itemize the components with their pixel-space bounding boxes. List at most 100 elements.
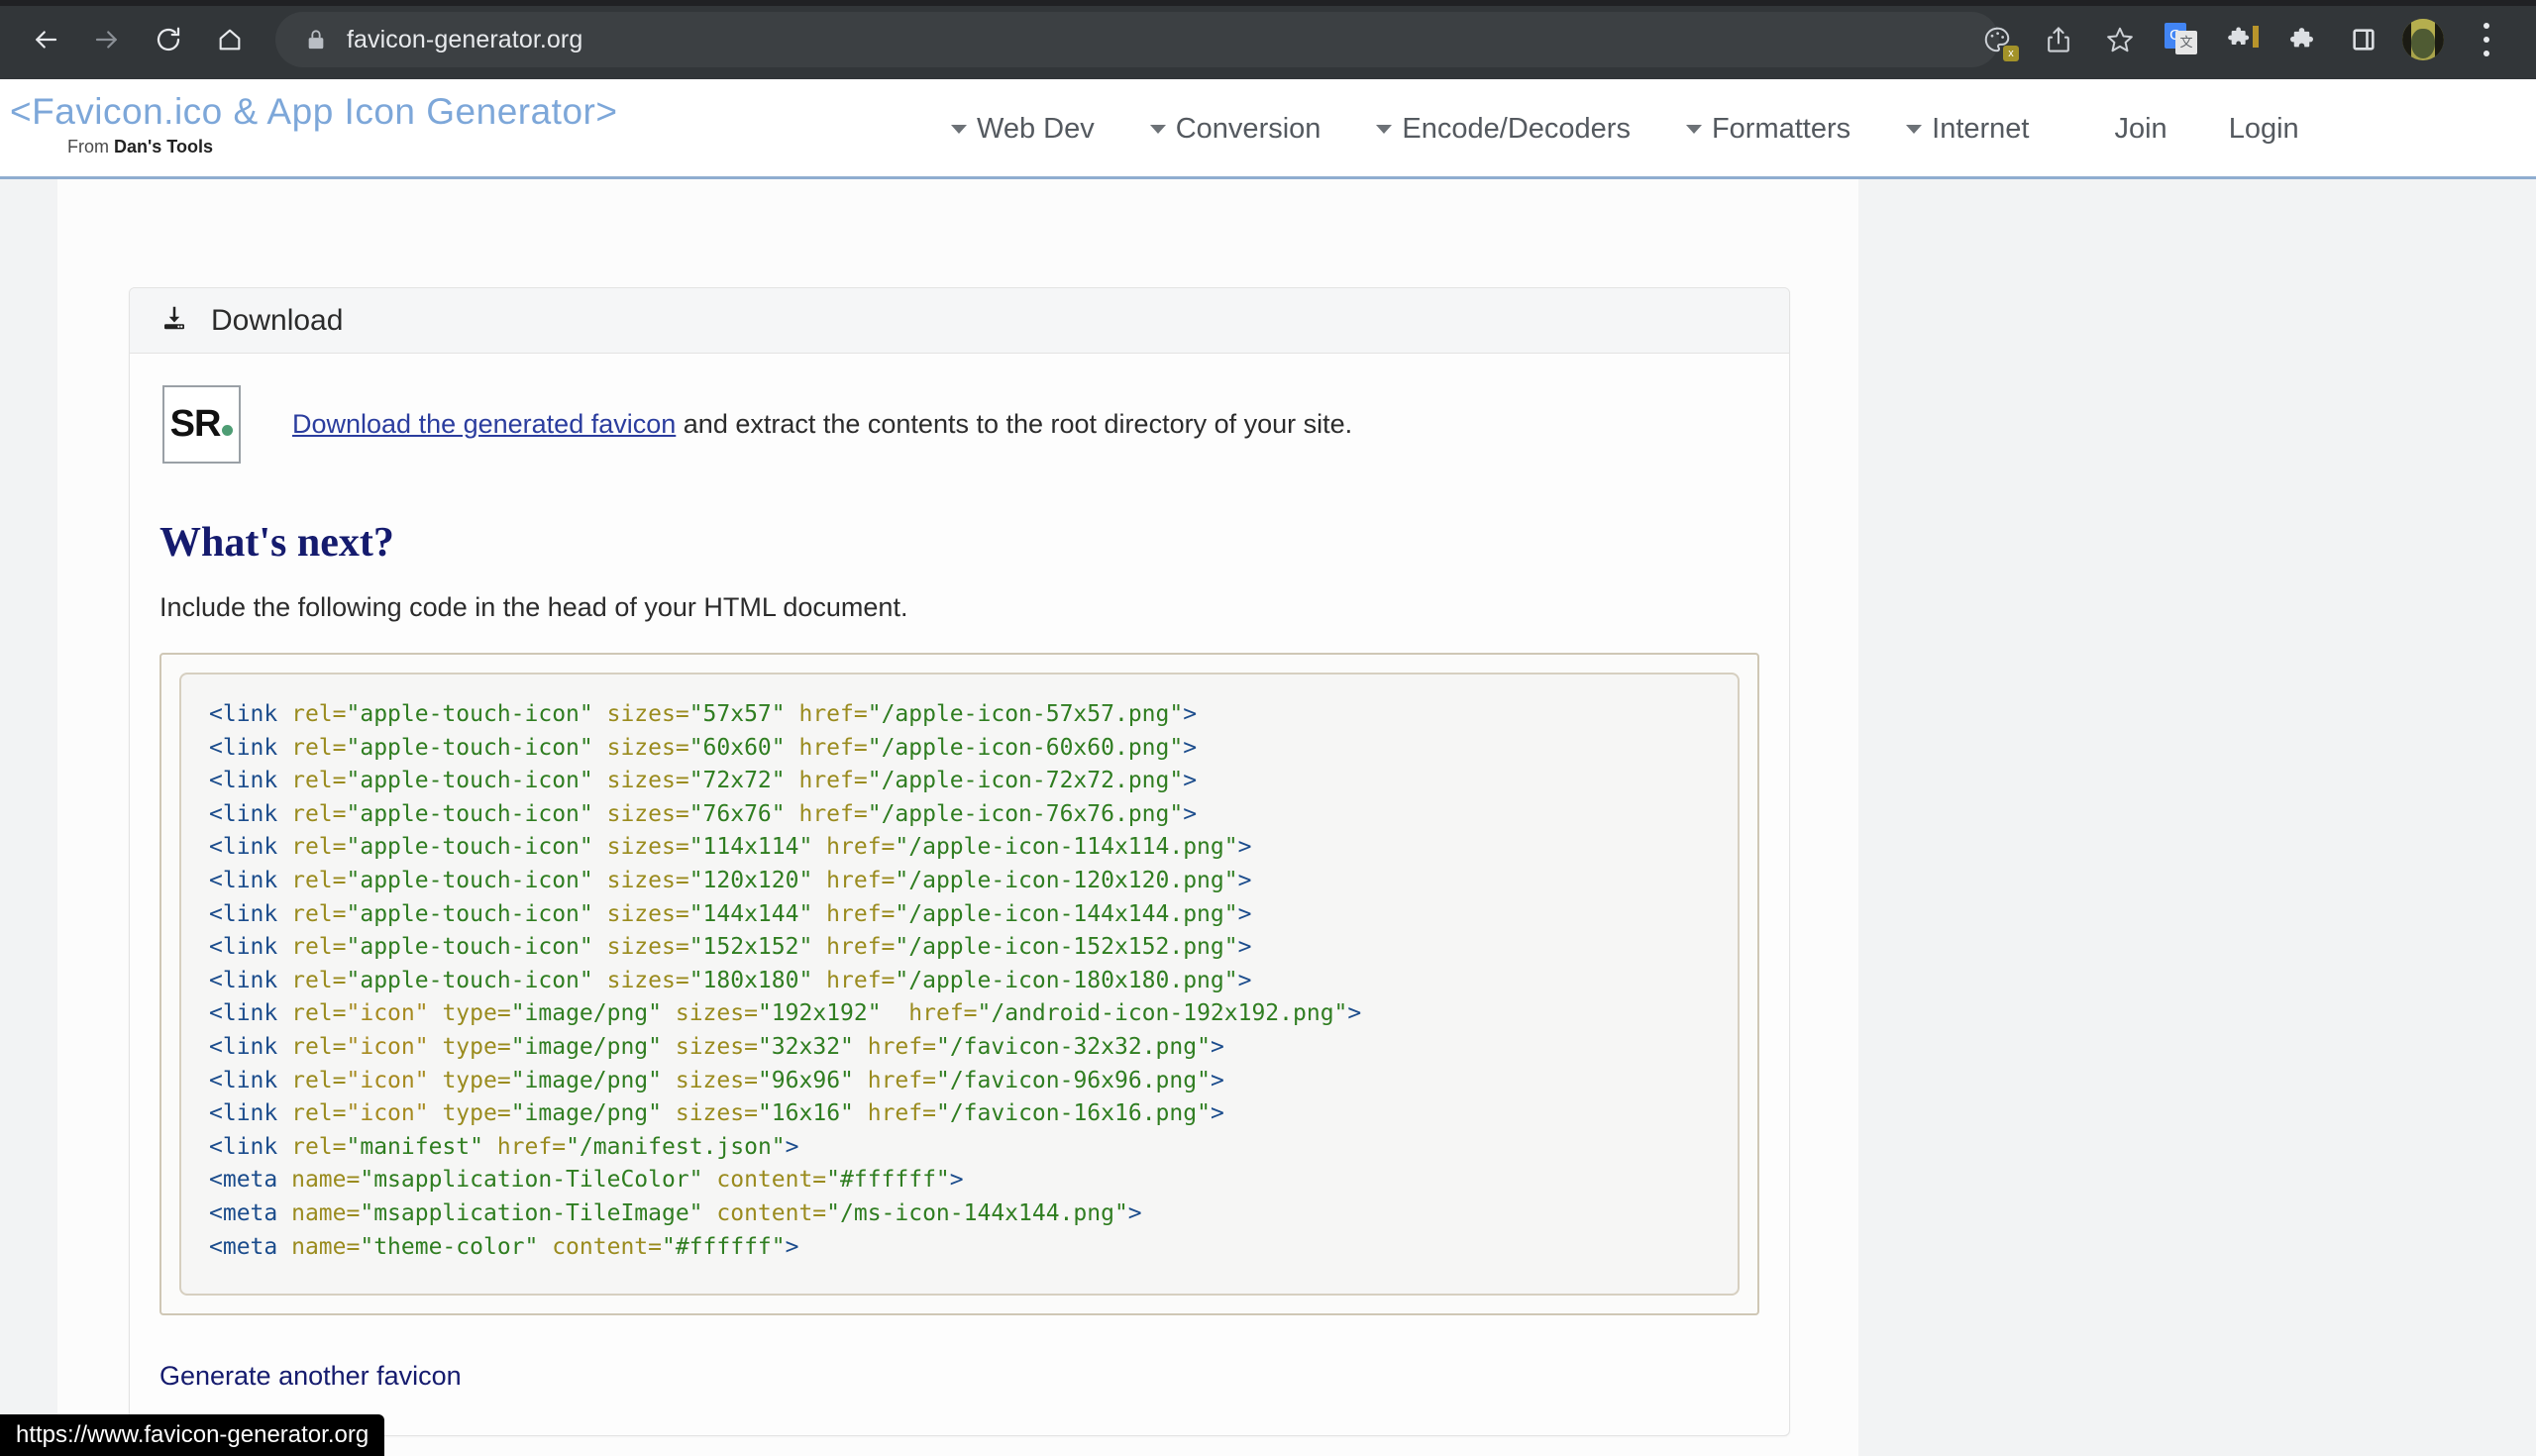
bookmark-star-icon[interactable]: [2094, 14, 2146, 65]
code-token: sizes=: [662, 1033, 758, 1060]
code-token: rel=: [277, 934, 347, 961]
puzzle-icon[interactable]: [2278, 14, 2330, 65]
back-arrow-icon: [31, 25, 60, 54]
generate-another-favicon-link[interactable]: Generate another favicon: [159, 1361, 462, 1391]
code-token: <meta: [209, 1167, 278, 1194]
code-token: "icon": [346, 1067, 429, 1093]
download-generated-favicon-link[interactable]: Download the generated favicon: [292, 409, 676, 439]
code-token: "image/png": [510, 1000, 663, 1027]
code-token: "120x120": [688, 867, 813, 893]
nav-label: Conversion: [1175, 113, 1321, 145]
brand-sub-strong: Dan's Tools: [114, 137, 213, 156]
code-token: "76x76": [688, 800, 786, 827]
nav-item-web-dev[interactable]: Web Dev: [951, 113, 1095, 146]
favicon-preview: SR: [162, 385, 241, 464]
nav-item-conversion[interactable]: Conversion: [1149, 113, 1321, 146]
code-token: "apple-touch-icon": [346, 734, 593, 761]
code-token: sizes=: [592, 768, 689, 794]
code-token: href=: [853, 1067, 936, 1093]
include-code-text: Include the following code in the head o…: [159, 592, 908, 622]
address-bar-url: favicon-generator.org: [347, 25, 583, 53]
code-token: href=: [785, 734, 868, 761]
home-icon: [216, 26, 244, 53]
nav-item-encode-decoders[interactable]: Encode/Decoders: [1376, 113, 1631, 146]
chevron-down-icon: [1376, 125, 1393, 134]
code-token: sizes=: [662, 1067, 758, 1093]
code-token: sizes=: [662, 1000, 758, 1027]
generate-another-favicon-link-wrap: Generate another favicon: [159, 1361, 1759, 1392]
reload-icon: [154, 25, 183, 54]
nav-item-login[interactable]: Login: [2229, 113, 2299, 146]
code-token: href=: [853, 1033, 936, 1060]
browser-chrome: favicon-generator.org x G 文: [0, 0, 2536, 79]
code-token: >: [1210, 1033, 1224, 1060]
code-token: >: [1210, 1100, 1224, 1127]
site-header: <Favicon.ico & App Icon Generator> From …: [0, 79, 2536, 179]
html-head-code[interactable]: <link rel="apple-touch-icon" sizes="57x5…: [209, 698, 1710, 1264]
code-token: "16x16": [757, 1100, 854, 1127]
code-token: <link: [209, 800, 278, 827]
whats-next-heading: What's next?: [159, 520, 394, 566]
code-token: href=: [881, 1000, 978, 1027]
address-bar[interactable]: favicon-generator.org: [275, 12, 1999, 67]
code-token: <link: [209, 768, 278, 794]
code-token: "/android-icon-192x192.png": [977, 1000, 1348, 1027]
code-token: "icon": [346, 1033, 429, 1060]
code-token: <link: [209, 934, 278, 961]
reload-button[interactable]: [145, 16, 192, 63]
back-button[interactable]: [22, 16, 69, 63]
brand[interactable]: <Favicon.ico & App Icon Generator> From …: [10, 91, 617, 157]
code-token: "icon": [346, 1100, 429, 1127]
forward-button[interactable]: [83, 16, 131, 63]
code-token: "theme-color": [360, 1233, 539, 1260]
side-panel-icon[interactable]: [2338, 14, 2389, 65]
code-token: >: [1183, 701, 1198, 727]
home-button[interactable]: [206, 16, 254, 63]
code-token: >: [1183, 800, 1198, 827]
code-token: "apple-touch-icon": [346, 967, 593, 993]
nav-item-internet[interactable]: Internet: [1906, 113, 2029, 146]
chevron-down-icon: [1149, 125, 1166, 134]
google-translate-icon[interactable]: G 文: [2156, 14, 2207, 65]
code-token: "57x57": [688, 701, 786, 727]
code-token: "/manifest.json": [566, 1133, 786, 1160]
code-token: <link: [209, 834, 278, 861]
forward-arrow-icon: [92, 25, 122, 54]
nav-item-join[interactable]: Join: [2114, 113, 2166, 146]
brand-subtitle: From Dan's Tools: [67, 137, 617, 157]
code-token: >: [785, 1233, 799, 1260]
code-token: rel=: [277, 1067, 347, 1093]
code-token: "144x144": [688, 900, 813, 927]
three-dot-menu-icon[interactable]: [2467, 14, 2506, 65]
code-token: rel=: [277, 900, 347, 927]
code-token: "msapplication-TileImage": [360, 1199, 703, 1226]
code-token: >: [949, 1167, 964, 1194]
code-block-inner[interactable]: <link rel="apple-touch-icon" sizes="57x5…: [179, 673, 1740, 1297]
code-token: name=: [277, 1199, 361, 1226]
code-token: content=: [538, 1233, 662, 1260]
code-token: <link: [209, 867, 278, 893]
nav-label: Web Dev: [977, 113, 1095, 145]
code-token: "apple-touch-icon": [346, 834, 593, 861]
code-token: <link: [209, 1100, 278, 1127]
code-token: rel=: [277, 1133, 347, 1160]
extension-puzzle-icon[interactable]: [2217, 14, 2269, 65]
code-token: "image/png": [510, 1067, 663, 1093]
avatar[interactable]: [2397, 14, 2449, 65]
code-token: rel=: [277, 967, 347, 993]
code-token: sizes=: [592, 900, 689, 927]
code-token: "/apple-icon-60x60.png": [867, 734, 1184, 761]
code-token: name=: [277, 1167, 361, 1194]
code-token: "/apple-icon-72x72.png": [867, 768, 1184, 794]
nav-item-formatters[interactable]: Formatters: [1685, 113, 1850, 146]
code-token: "60x60": [688, 734, 786, 761]
code-token: "/favicon-96x96.png": [935, 1067, 1211, 1093]
palette-icon[interactable]: x: [1971, 14, 2023, 65]
code-token: type=: [428, 1067, 511, 1093]
code-token: sizes=: [592, 867, 689, 893]
share-icon[interactable]: [2033, 14, 2084, 65]
code-token: rel=: [277, 1100, 347, 1127]
code-token: sizes=: [592, 934, 689, 961]
code-token: >: [1183, 734, 1198, 761]
code-token: >: [1127, 1199, 1142, 1226]
